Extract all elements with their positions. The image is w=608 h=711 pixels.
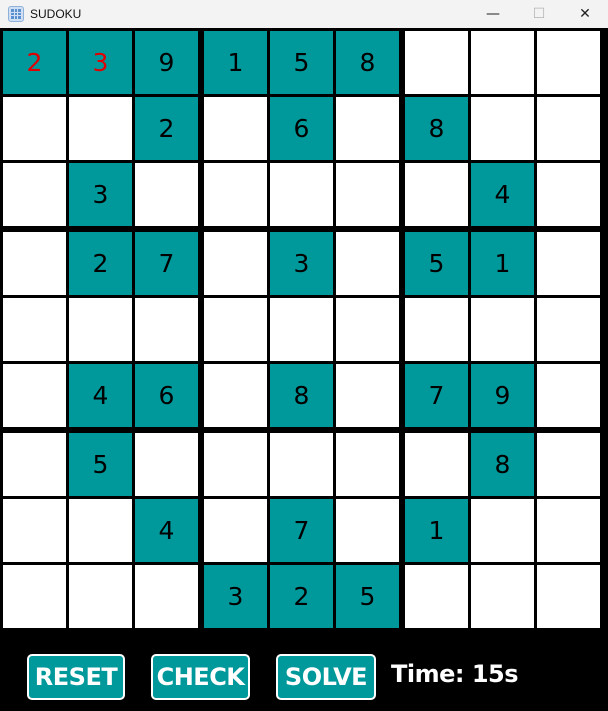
sudoku-cell[interactable]: 5 bbox=[405, 232, 468, 295]
sudoku-cell[interactable] bbox=[537, 298, 600, 361]
minimize-button[interactable]: — bbox=[470, 0, 516, 28]
sudoku-cell[interactable]: 6 bbox=[270, 97, 333, 160]
sudoku-cell[interactable] bbox=[135, 433, 198, 496]
sudoku-cell[interactable] bbox=[204, 97, 267, 160]
window-controls: — ☐ ✕ bbox=[470, 0, 608, 28]
sudoku-cell[interactable]: 2 bbox=[3, 31, 66, 94]
sudoku-board: 23915826834273514687958471325 bbox=[3, 31, 605, 633]
sudoku-cell[interactable] bbox=[405, 298, 468, 361]
sudoku-cell[interactable]: 7 bbox=[405, 364, 468, 427]
sudoku-cell[interactable]: 7 bbox=[135, 232, 198, 295]
solve-button[interactable]: SOLVE bbox=[276, 654, 376, 700]
sudoku-cell[interactable]: 1 bbox=[471, 232, 534, 295]
sudoku-cell[interactable] bbox=[3, 298, 66, 361]
sudoku-cell[interactable]: 2 bbox=[135, 97, 198, 160]
sudoku-cell[interactable] bbox=[69, 499, 132, 562]
sudoku-cell[interactable]: 9 bbox=[471, 364, 534, 427]
sudoku-cell[interactable] bbox=[69, 565, 132, 628]
sudoku-cell[interactable] bbox=[204, 364, 267, 427]
sudoku-cell[interactable] bbox=[270, 433, 333, 496]
sudoku-cell[interactable] bbox=[471, 499, 534, 562]
title-bar: SUDOKU — ☐ ✕ bbox=[0, 0, 608, 29]
sudoku-cell[interactable]: 4 bbox=[135, 499, 198, 562]
sudoku-cell[interactable]: 5 bbox=[270, 31, 333, 94]
sudoku-cell[interactable] bbox=[3, 97, 66, 160]
sudoku-cell[interactable] bbox=[204, 232, 267, 295]
sudoku-cell[interactable] bbox=[537, 565, 600, 628]
sudoku-cell[interactable]: 1 bbox=[405, 499, 468, 562]
sudoku-cell[interactable]: 6 bbox=[135, 364, 198, 427]
sudoku-cell[interactable] bbox=[471, 298, 534, 361]
sudoku-cell[interactable]: 5 bbox=[336, 565, 399, 628]
sudoku-cell[interactable] bbox=[204, 163, 267, 226]
sudoku-cell[interactable]: 2 bbox=[270, 565, 333, 628]
sudoku-cell[interactable] bbox=[471, 565, 534, 628]
sudoku-cell[interactable]: 8 bbox=[270, 364, 333, 427]
sudoku-cell[interactable] bbox=[537, 31, 600, 94]
sudoku-cell[interactable]: 8 bbox=[405, 97, 468, 160]
maximize-button[interactable]: ☐ bbox=[516, 0, 562, 28]
sudoku-cell[interactable] bbox=[3, 163, 66, 226]
sudoku-cell[interactable]: 2 bbox=[69, 232, 132, 295]
sudoku-cell[interactable] bbox=[3, 364, 66, 427]
sudoku-cell[interactable]: 4 bbox=[471, 163, 534, 226]
sudoku-cell[interactable] bbox=[537, 364, 600, 427]
sudoku-cell[interactable] bbox=[204, 499, 267, 562]
close-button[interactable]: ✕ bbox=[562, 0, 608, 28]
sudoku-cell[interactable] bbox=[537, 97, 600, 160]
sudoku-cell[interactable] bbox=[135, 298, 198, 361]
sudoku-cell[interactable] bbox=[336, 97, 399, 160]
reset-button[interactable]: RESET bbox=[27, 654, 125, 700]
sudoku-cell[interactable] bbox=[336, 163, 399, 226]
sudoku-cell[interactable] bbox=[3, 499, 66, 562]
timer-display: Time: 15s bbox=[391, 660, 519, 688]
sudoku-cell[interactable] bbox=[537, 433, 600, 496]
sudoku-cell[interactable] bbox=[405, 565, 468, 628]
sudoku-cell[interactable] bbox=[204, 433, 267, 496]
sudoku-cell[interactable] bbox=[3, 565, 66, 628]
sudoku-cell[interactable]: 8 bbox=[336, 31, 399, 94]
sudoku-cell[interactable] bbox=[336, 364, 399, 427]
sudoku-cell[interactable]: 7 bbox=[270, 499, 333, 562]
sudoku-cell[interactable] bbox=[537, 163, 600, 226]
sudoku-cell[interactable] bbox=[3, 232, 66, 295]
sudoku-cell[interactable]: 8 bbox=[471, 433, 534, 496]
sudoku-cell[interactable] bbox=[336, 232, 399, 295]
sudoku-cell[interactable]: 3 bbox=[270, 232, 333, 295]
sudoku-cell[interactable]: 9 bbox=[135, 31, 198, 94]
control-bar: RESET CHECK SOLVE Time: 15s bbox=[0, 648, 608, 711]
sudoku-cell[interactable] bbox=[336, 499, 399, 562]
game-area: 23915826834273514687958471325 RESET CHEC… bbox=[0, 28, 608, 711]
sudoku-cell[interactable] bbox=[471, 97, 534, 160]
sudoku-cell[interactable]: 3 bbox=[69, 31, 132, 94]
sudoku-cell[interactable]: 5 bbox=[69, 433, 132, 496]
sudoku-cell[interactable] bbox=[471, 31, 534, 94]
sudoku-cell[interactable] bbox=[405, 31, 468, 94]
sudoku-cell[interactable] bbox=[336, 298, 399, 361]
sudoku-cell[interactable] bbox=[405, 433, 468, 496]
sudoku-cell[interactable]: 3 bbox=[69, 163, 132, 226]
sudoku-cell[interactable] bbox=[135, 565, 198, 628]
sudoku-cell[interactable] bbox=[270, 298, 333, 361]
sudoku-cell[interactable]: 4 bbox=[69, 364, 132, 427]
sudoku-cell[interactable] bbox=[204, 298, 267, 361]
window-title: SUDOKU bbox=[30, 7, 82, 21]
check-button[interactable]: CHECK bbox=[151, 654, 250, 700]
sudoku-cell[interactable] bbox=[3, 433, 66, 496]
sudoku-cell[interactable] bbox=[69, 298, 132, 361]
sudoku-cell[interactable] bbox=[405, 163, 468, 226]
sudoku-cell[interactable] bbox=[135, 163, 198, 226]
sudoku-app-icon bbox=[8, 6, 24, 22]
sudoku-cell[interactable] bbox=[69, 97, 132, 160]
sudoku-cell[interactable] bbox=[336, 433, 399, 496]
sudoku-cell[interactable]: 3 bbox=[204, 565, 267, 628]
sudoku-cell[interactable] bbox=[270, 163, 333, 226]
sudoku-cell[interactable] bbox=[537, 232, 600, 295]
sudoku-cell[interactable] bbox=[537, 499, 600, 562]
sudoku-cell[interactable]: 1 bbox=[204, 31, 267, 94]
